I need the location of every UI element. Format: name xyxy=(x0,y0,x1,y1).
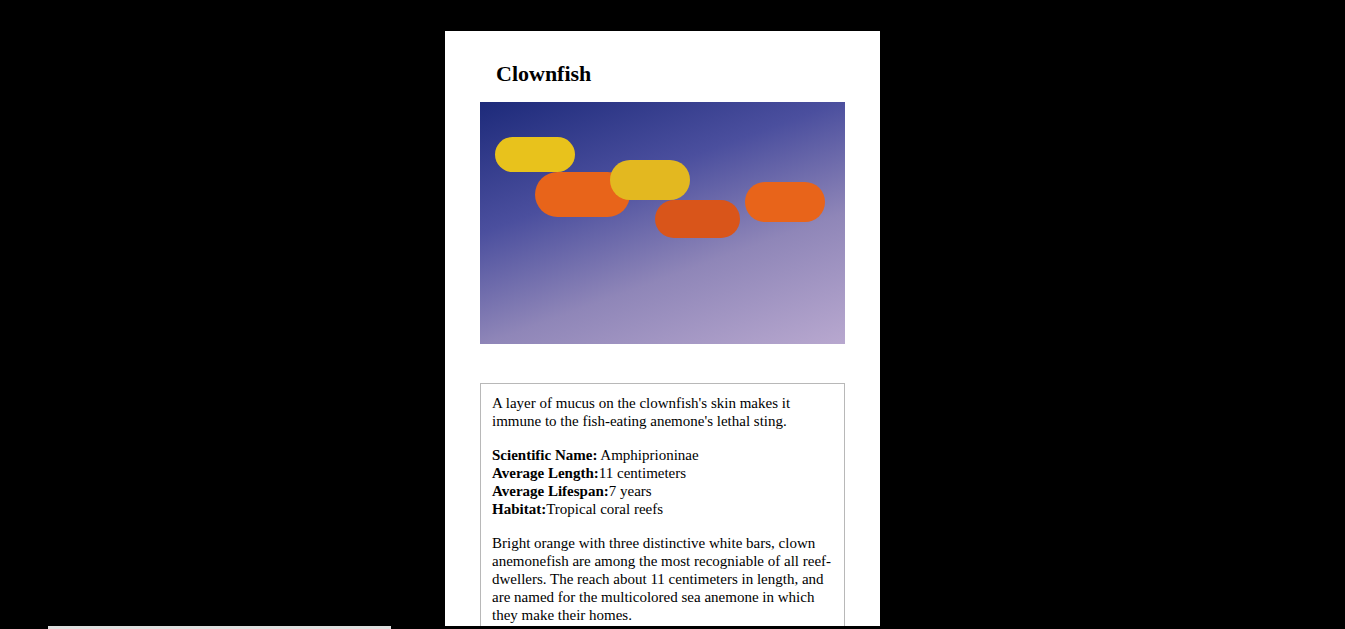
fact-row: Scientific Name: Amphiprioninae xyxy=(492,446,833,464)
fact-row: Average Length:11 centimeters xyxy=(492,464,833,482)
fact-row: Habitat:Tropical coral reefs xyxy=(492,500,833,518)
info-box: A layer of mucus on the clownfish's skin… xyxy=(480,383,845,626)
scrollbar-thumb[interactable] xyxy=(48,626,391,629)
fact-row: Average Lifespan:7 years xyxy=(492,482,833,500)
page: Clownfish A layer of mucus on the clownf… xyxy=(0,0,1345,629)
fact-value: 7 years xyxy=(609,483,652,499)
fact-label: Average Lifespan: xyxy=(492,483,609,499)
fact-value: 11 centimeters xyxy=(599,465,686,481)
description-text: Bright orange with three distinctive whi… xyxy=(492,534,833,624)
fact-label: Average Length: xyxy=(492,465,599,481)
facts-list: Scientific Name: AmphiprioninaeAverage L… xyxy=(492,446,833,518)
intro-text: A layer of mucus on the clownfish's skin… xyxy=(492,394,833,430)
fact-label: Habitat: xyxy=(492,501,546,517)
card-title: Clownfish xyxy=(480,61,845,87)
fish-card: Clownfish A layer of mucus on the clownf… xyxy=(445,31,880,626)
fact-value: Amphiprioninae xyxy=(597,447,698,463)
fact-label: Scientific Name: xyxy=(492,447,597,463)
fact-value: Tropical coral reefs xyxy=(546,501,663,517)
clownfish-photo xyxy=(480,102,845,344)
